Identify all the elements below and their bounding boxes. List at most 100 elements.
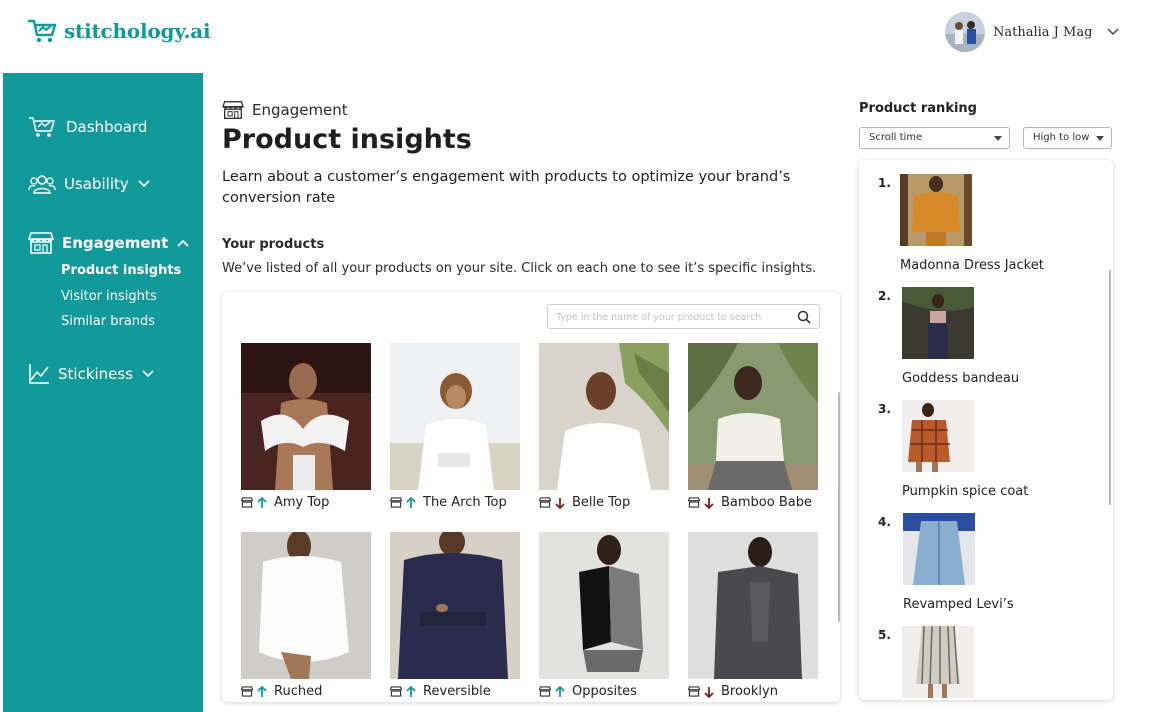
product-image bbox=[390, 343, 520, 490]
store-icon bbox=[222, 101, 244, 119]
product-card[interactable]: Bamboo Babe bbox=[688, 343, 820, 518]
arrow-up-icon bbox=[555, 685, 565, 697]
chevron-down-icon bbox=[138, 180, 150, 188]
scrollbar[interactable] bbox=[1109, 270, 1111, 505]
product-name: Brooklyn bbox=[721, 684, 778, 699]
caret-down-icon bbox=[1096, 136, 1104, 141]
product-card[interactable]: The Arch Top bbox=[390, 343, 522, 518]
product-image bbox=[241, 532, 371, 679]
product-card[interactable]: Amy Top bbox=[241, 343, 373, 518]
store-icon bbox=[241, 686, 253, 697]
scrollbar[interactable] bbox=[838, 392, 840, 622]
caret-down-icon bbox=[994, 136, 1002, 141]
order-select-value: High to low bbox=[1033, 132, 1090, 143]
sidebar-subitem-visitor-insights[interactable]: Visitor insights bbox=[61, 289, 157, 304]
user-menu[interactable]: Nathalia J Mag bbox=[945, 12, 1120, 52]
product-image bbox=[902, 400, 974, 472]
product-card[interactable]: Opposites bbox=[539, 532, 671, 702]
product-image bbox=[903, 513, 975, 585]
ranking-item[interactable]: 2. Goddess bandeau bbox=[859, 287, 1099, 397]
search-icon[interactable] bbox=[797, 310, 811, 324]
product-image bbox=[539, 343, 669, 490]
store-icon bbox=[390, 497, 402, 508]
product-meta: Reversible bbox=[390, 684, 491, 699]
sidebar-item-label: Engagement bbox=[62, 234, 169, 252]
sidebar-item-stickiness[interactable]: Stickiness bbox=[28, 363, 155, 385]
cart-logo-icon bbox=[28, 19, 57, 43]
arrow-down-icon bbox=[704, 497, 714, 509]
metric-select-value: Scroll time bbox=[869, 132, 923, 143]
product-image bbox=[902, 287, 974, 359]
ranking-item[interactable]: 1. Madonna Dress Jacket bbox=[859, 174, 1099, 284]
page-title: Product insights bbox=[222, 124, 472, 155]
store-icon bbox=[539, 686, 551, 697]
ranking-item[interactable]: 4. Revamped Levi’s bbox=[859, 513, 1099, 623]
product-meta: Bamboo Babe bbox=[688, 495, 812, 510]
product-image bbox=[539, 532, 669, 679]
ranking-item-name: Revamped Levi’s bbox=[903, 597, 1014, 612]
product-image bbox=[902, 626, 974, 698]
ranking-item-name: Madonna Dress Jacket bbox=[900, 258, 1044, 273]
sidebar: Dashboard Usability Engagement Product i… bbox=[3, 73, 203, 712]
order-select[interactable]: High to low bbox=[1023, 127, 1112, 149]
product-image bbox=[688, 532, 818, 679]
section-description: We’ve listed of all your products on you… bbox=[222, 261, 817, 276]
cart-chart-icon bbox=[29, 117, 55, 137]
ranking-item-name: Pumpkin spice coat bbox=[902, 484, 1029, 499]
product-search[interactable] bbox=[547, 304, 820, 329]
arrow-down-icon bbox=[704, 686, 714, 698]
brand-logo[interactable]: stitchology.ai bbox=[28, 18, 211, 44]
product-card[interactable]: Brooklyn bbox=[688, 532, 820, 702]
ranking-panel: 1. Madonna Dress Jacket 2. Goddess bande… bbox=[859, 160, 1113, 700]
sidebar-item-label: Dashboard bbox=[66, 118, 148, 136]
chevron-down-icon bbox=[142, 370, 154, 378]
search-input[interactable] bbox=[556, 308, 786, 326]
section-title: Your products bbox=[222, 237, 325, 252]
rank-number: 4. bbox=[878, 515, 891, 529]
product-name: Bamboo Babe bbox=[721, 495, 812, 510]
breadcrumb: Engagement bbox=[222, 100, 348, 120]
product-meta: Ruched bbox=[241, 684, 322, 699]
ranking-title: Product ranking bbox=[859, 101, 977, 116]
arrow-up-icon bbox=[406, 685, 416, 697]
chevron-down-icon[interactable] bbox=[1106, 27, 1120, 37]
product-name: Opposites bbox=[572, 684, 637, 699]
ranking-item[interactable]: 5. bbox=[859, 626, 1099, 700]
arrow-up-icon bbox=[257, 685, 267, 697]
product-image bbox=[390, 532, 520, 679]
user-name: Nathalia J Mag bbox=[993, 24, 1093, 40]
arrow-up-icon bbox=[406, 496, 416, 508]
arrow-up-icon bbox=[257, 496, 267, 508]
sidebar-subitem-similar-brands[interactable]: Similar brands bbox=[61, 314, 155, 329]
product-card[interactable]: Reversible bbox=[390, 532, 522, 702]
rank-number: 5. bbox=[878, 628, 891, 642]
product-name: The Arch Top bbox=[423, 495, 507, 510]
product-card[interactable]: Belle Top bbox=[539, 343, 671, 518]
product-meta: Amy Top bbox=[241, 495, 329, 510]
ranking-item-name: Goddess bandeau bbox=[902, 371, 1020, 386]
product-image bbox=[688, 343, 818, 490]
breadcrumb-label: Engagement bbox=[252, 101, 348, 119]
store-icon bbox=[539, 497, 551, 508]
product-name: Ruched bbox=[274, 684, 323, 699]
sidebar-subitem-product-insights[interactable]: Product insights bbox=[61, 263, 181, 278]
store-icon bbox=[241, 497, 253, 508]
sidebar-item-usability[interactable]: Usability bbox=[28, 172, 151, 196]
line-chart-icon bbox=[29, 364, 49, 384]
sidebar-item-dashboard[interactable]: Dashboard bbox=[28, 115, 147, 139]
products-panel: Amy Top The Arch Top bbox=[222, 292, 840, 702]
product-name: Reversible bbox=[423, 684, 491, 699]
sidebar-item-engagement[interactable]: Engagement bbox=[28, 231, 190, 255]
product-meta: Belle Top bbox=[539, 495, 630, 510]
metric-select[interactable]: Scroll time bbox=[859, 127, 1010, 149]
product-image bbox=[241, 343, 371, 490]
ranking-item[interactable]: 3. Pumpkin spice coat bbox=[859, 400, 1099, 510]
page-description: Learn about a customer’s engagement with… bbox=[222, 169, 791, 206]
sidebar-item-label: Usability bbox=[64, 175, 129, 193]
product-card[interactable]: Ruched bbox=[241, 532, 373, 702]
product-image bbox=[900, 174, 972, 246]
rank-number: 2. bbox=[878, 289, 891, 303]
store-icon bbox=[688, 497, 700, 508]
product-name: Amy Top bbox=[274, 495, 330, 510]
avatar bbox=[945, 12, 985, 52]
